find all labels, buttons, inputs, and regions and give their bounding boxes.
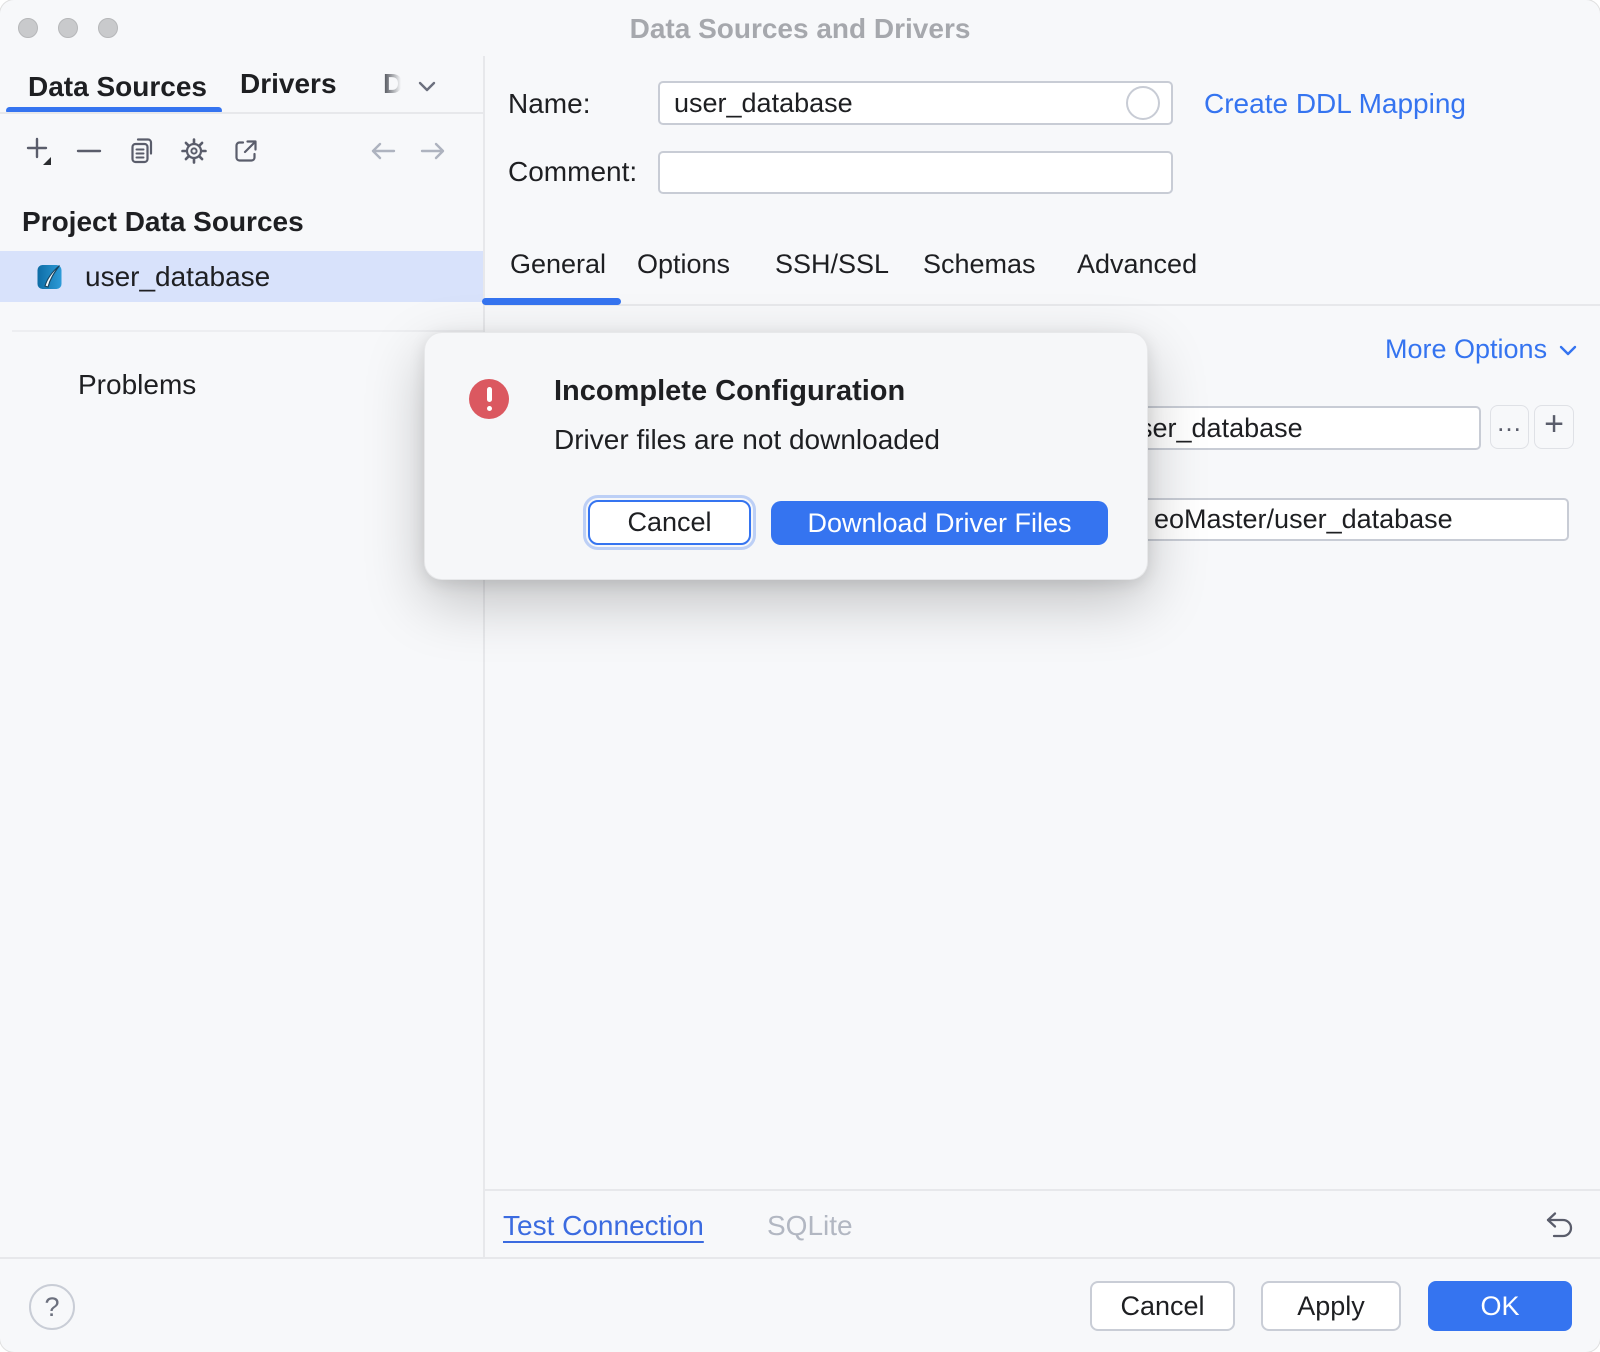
driver-name-label: SQLite — [767, 1210, 853, 1242]
add-data-source-button[interactable] — [22, 130, 56, 172]
tab-overflow-truncated[interactable]: D — [383, 68, 403, 100]
comment-label: Comment: — [508, 156, 637, 188]
open-in-new-icon[interactable] — [229, 130, 263, 172]
data-source-name: user_database — [85, 261, 270, 293]
data-sources-window: Data Sources and Drivers Data Sources Dr… — [0, 0, 1600, 1352]
active-tab-indicator — [482, 298, 621, 305]
divider — [483, 56, 485, 1257]
chevron-down-icon — [1557, 342, 1579, 358]
project-data-sources-header: Project Data Sources — [22, 206, 304, 238]
tab-drivers[interactable]: Drivers — [240, 68, 337, 100]
problems-section[interactable]: Problems — [0, 360, 483, 410]
window-title: Data Sources and Drivers — [0, 13, 1600, 45]
tab-options[interactable]: Options — [637, 249, 730, 280]
tab-advanced[interactable]: Advanced — [1077, 249, 1197, 280]
incomplete-configuration-dialog: Incomplete Configuration Driver files ar… — [424, 332, 1148, 580]
divider — [483, 304, 1600, 306]
problems-label: Problems — [78, 369, 196, 401]
help-button[interactable]: ? — [29, 1284, 75, 1330]
divider — [483, 1189, 1600, 1191]
chevron-down-icon[interactable] — [412, 74, 442, 100]
test-connection-link[interactable]: Test Connection — [503, 1210, 704, 1242]
name-label: Name: — [508, 88, 590, 120]
apply-button[interactable]: Apply — [1261, 1281, 1401, 1331]
divider — [0, 112, 483, 114]
gear-icon[interactable] — [177, 130, 211, 172]
tab-general[interactable]: General — [510, 249, 606, 280]
dialog-message: Driver files are not downloaded — [554, 424, 940, 456]
name-input[interactable] — [658, 81, 1173, 125]
divider — [0, 1257, 1600, 1259]
data-source-row-selected[interactable]: user_database — [0, 251, 483, 302]
tab-data-sources[interactable]: Data Sources — [28, 71, 207, 103]
divider — [12, 330, 483, 332]
undo-icon[interactable] — [1540, 1205, 1580, 1245]
tab-schemas[interactable]: Schemas — [923, 249, 1036, 280]
dialog-cancel-button[interactable]: Cancel — [588, 500, 751, 545]
sidebar-tab-strip: Data Sources Drivers D — [28, 68, 207, 106]
comment-input[interactable] — [658, 151, 1173, 194]
dialog-title: Incomplete Configuration — [554, 375, 905, 408]
remove-data-source-button[interactable] — [72, 130, 106, 172]
progress-circle-icon — [1126, 86, 1160, 120]
more-options-link[interactable]: More Options — [1385, 334, 1579, 365]
ok-button[interactable]: OK — [1428, 1281, 1572, 1331]
error-icon — [469, 379, 509, 419]
back-arrow-icon[interactable] — [366, 130, 400, 172]
cancel-button[interactable]: Cancel — [1090, 1281, 1235, 1331]
tab-ssh-ssl[interactable]: SSH/SSL — [775, 249, 889, 280]
forward-arrow-icon[interactable] — [416, 130, 450, 172]
sqlite-icon — [35, 262, 65, 292]
duplicate-icon[interactable] — [126, 130, 160, 172]
create-ddl-mapping-link[interactable]: Create DDL Mapping — [1204, 88, 1466, 120]
download-driver-files-button[interactable]: Download Driver Files — [771, 501, 1108, 545]
browse-files-button[interactable]: … — [1490, 405, 1529, 449]
sidebar-toolbar — [0, 130, 483, 172]
more-options-label: More Options — [1385, 334, 1547, 365]
add-file-button[interactable]: + — [1534, 405, 1574, 449]
